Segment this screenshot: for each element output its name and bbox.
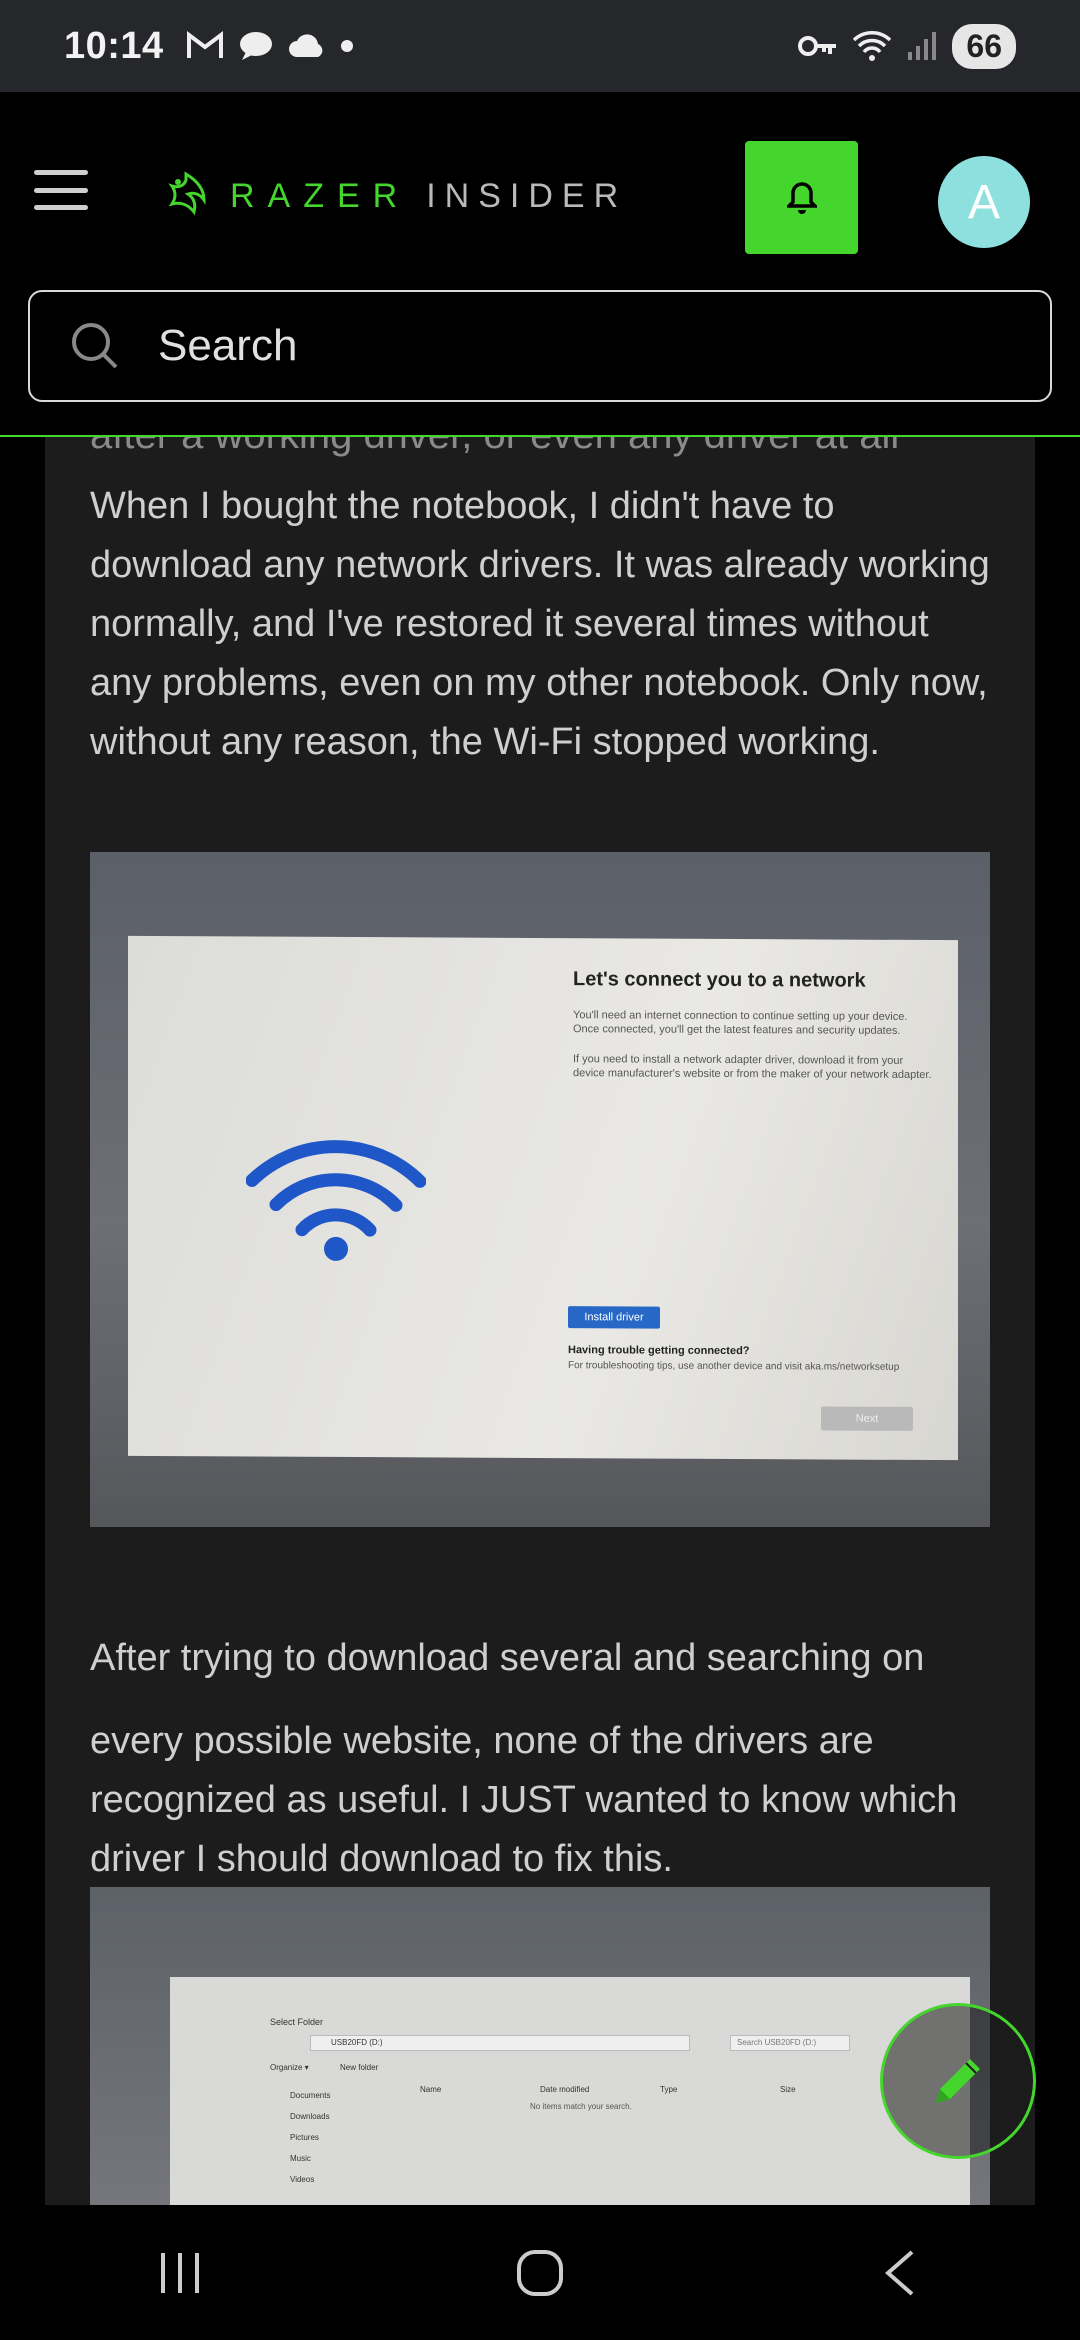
screen-install-driver-button: Install driver [568,1306,660,1329]
recent-apps-button[interactable] [120,2223,240,2323]
chat-icon [239,32,272,60]
back-icon [884,2249,914,2296]
battery-level: 66 [952,23,1016,69]
pencil-icon [936,2059,980,2103]
brand-suffix: INSIDER [426,176,628,215]
dialog-column: Type [660,2085,678,2094]
razer-insider-logo[interactable]: RAZER INSIDER [158,168,627,224]
screen-title: Let's connect you to a network [573,968,866,992]
gmail-icon [186,31,223,58]
dialog-columns: Name Date modified Type Size [420,2085,900,2094]
recent-apps-icon [161,2252,199,2293]
screen-trouble-text: For troubleshooting tips, use another de… [568,1360,900,1373]
screen-text: If you need to install a network adapter… [573,1053,932,1082]
system-icons: 66 [798,23,1016,69]
post-image-network-setup[interactable]: Let's connect you to a network You'll ne… [90,852,990,1527]
search-bar[interactable] [28,290,1052,402]
post-image-select-folder[interactable]: Select Folder USB20FD (D:) Search USB20F… [90,1887,990,2205]
back-button[interactable] [840,2223,960,2323]
post-paragraph: every possible website, none of the driv… [90,1720,958,1880]
screen-trouble-heading: Having trouble getting connected? [568,1344,750,1358]
vpn-key-icon [798,36,837,56]
razer-snake-icon [168,171,206,216]
brand-name: RAZER [230,176,411,215]
screen-text: You'll need an internet connection to co… [573,1009,908,1037]
dialog-nav-item: Pictures [290,2133,319,2142]
dot-icon [340,40,353,52]
search-input[interactable] [158,321,958,371]
dialog-nav-item: Videos [290,2175,315,2184]
post-body: after a working driver, or even any driv… [45,437,1035,2205]
file-dialog-photo: Select Folder USB20FD (D:) Search USB20F… [170,1977,970,2205]
home-icon [517,2249,563,2296]
dialog-search: Search USB20FD (D:) [730,2035,850,2051]
app-header: RAZER INSIDER A [0,92,1080,438]
home-button[interactable] [480,2223,600,2323]
dialog-organize: Organize ▾ [270,2063,309,2072]
menu-icon[interactable] [34,170,88,210]
cloud-icon [288,34,323,57]
dialog-column: Name [420,2085,442,2094]
bell-icon [786,181,817,214]
post-paragraph: After trying to download several and sea… [90,1637,925,1679]
dialog-nav-item: Documents [290,2091,331,2100]
dialog-title: Select Folder [270,2017,324,2027]
system-nav-bar [0,2205,1080,2340]
dialog-empty-text: No items match your search. [530,2102,632,2111]
dialog-new-folder: New folder [340,2063,379,2072]
dialog-column: Date modified [540,2085,590,2094]
compose-reply-button[interactable] [880,2003,1036,2159]
wifi-icon [246,1140,426,1261]
clipped-text-line: after a working driver, or even any driv… [90,437,899,458]
screen-next-button: Next [821,1406,913,1431]
notifications-button[interactable] [745,141,858,254]
dialog-nav-item: Downloads [290,2112,330,2121]
dialog-address: USB20FD (D:) [310,2035,690,2051]
dialog-nav-item: Music [290,2154,311,2163]
search-icon [72,323,118,369]
post-paragraph: When I bought the notebook, I didn't hav… [90,485,990,763]
wifi-status-icon [853,31,892,61]
status-time: 10:14 [64,24,164,67]
status-bar: 10:14 66 [0,0,1080,92]
notification-icons [186,30,354,62]
signal-icon [908,32,937,60]
laptop-screen-photo: Let's connect you to a network You'll ne… [128,935,958,1461]
avatar[interactable]: A [938,156,1030,248]
post-content-scroll[interactable]: after a working driver, or even any driv… [0,437,1080,2205]
dialog-nav-list: Documents Downloads Pictures Music Video… [290,2085,330,2190]
